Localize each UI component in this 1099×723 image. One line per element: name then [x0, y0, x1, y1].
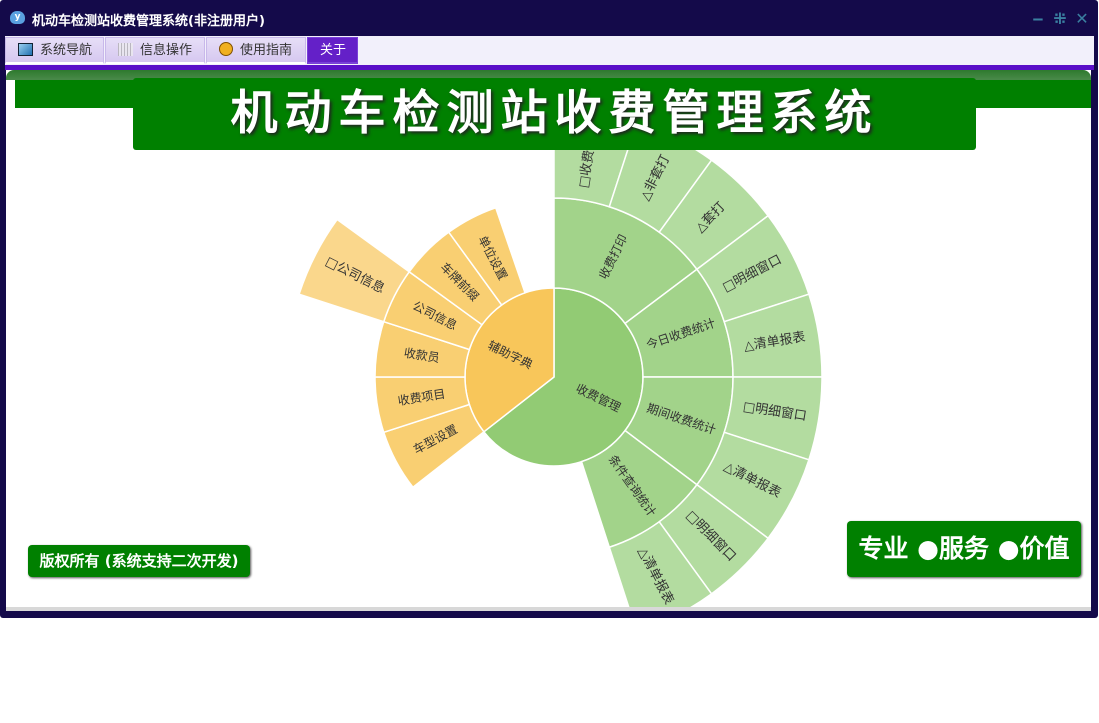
window-title: 机动车检测站收费管理系统(非注册用户)	[32, 14, 265, 29]
tab-bar: 系统导航 信息操作 使用指南 关于	[5, 36, 1094, 65]
grid-icon	[118, 43, 133, 56]
tab-system-nav[interactable]: 系统导航	[5, 37, 104, 64]
app-window: y 机动车检测站收费管理系统(非注册用户) ‒ ⁜ ✕ 系统导航 信息操作 使用…	[0, 0, 1098, 618]
tab-label: 关于	[320, 43, 347, 58]
slogan-badge: 专业 ●服务 ●价值	[847, 521, 1081, 577]
tab-label: 使用指南	[240, 43, 293, 58]
app-logo-icon: y	[10, 11, 25, 24]
copyright-badge: 版权所有 (系统支持二次开发)	[28, 545, 250, 577]
restore-icon[interactable]: ⁜	[1052, 9, 1068, 28]
monitor-icon	[18, 43, 33, 56]
tab-user-guide[interactable]: 使用指南	[206, 37, 306, 64]
tab-info-ops[interactable]: 信息操作	[105, 37, 205, 64]
page-title: 机动车检测站收费管理系统	[133, 78, 976, 150]
title-bar[interactable]: y 机动车检测站收费管理系统(非注册用户) ‒ ⁜ ✕	[0, 0, 1098, 36]
tab-label: 系统导航	[40, 43, 93, 58]
tab-about[interactable]: 关于	[307, 37, 358, 64]
help-icon	[219, 42, 233, 56]
close-icon[interactable]: ✕	[1074, 9, 1090, 28]
tab-label: 信息操作	[140, 43, 193, 58]
minimize-icon[interactable]: ‒	[1030, 9, 1046, 28]
content-panel: 机动车检测站收费管理系统 收费管理 收费打印 □收费打印 △非套打 △套打 今日收费统计 □…	[6, 70, 1091, 611]
